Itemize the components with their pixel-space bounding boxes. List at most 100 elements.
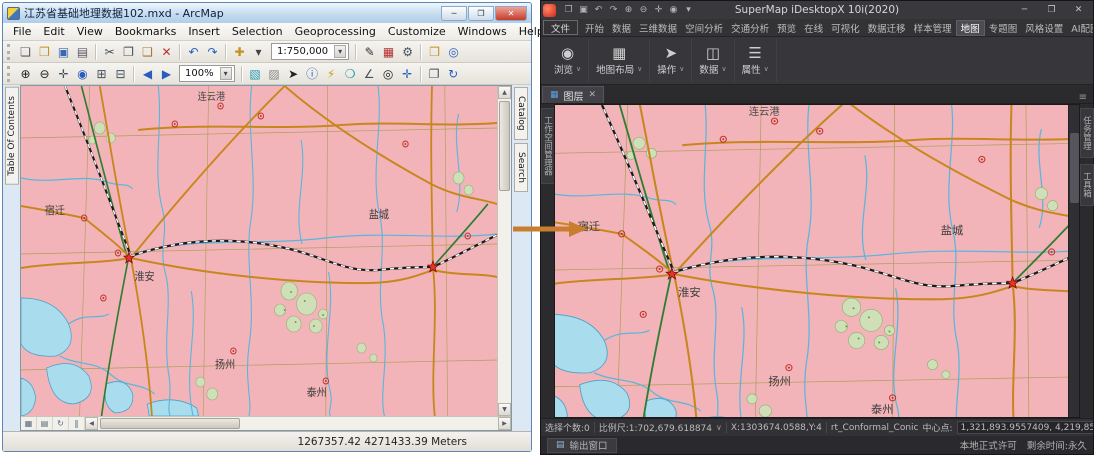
forward-extent-icon[interactable]: ▶: [157, 64, 176, 83]
back-extent-icon[interactable]: ◀: [138, 64, 157, 83]
redo-icon[interactable]: ↷: [203, 42, 222, 61]
supermap-titlebar[interactable]: ❒▣↶↷⊕⊖✛◉▾ SuperMap iDesktopX 10i(2020) ─…: [541, 1, 1093, 19]
tab-sample-management[interactable]: 样本管理: [910, 20, 956, 36]
file-menu-button[interactable]: 文件: [543, 20, 578, 35]
delete-icon[interactable]: ✕: [157, 42, 176, 61]
full-extent-icon[interactable]: ◉: [73, 64, 92, 83]
tab-thematic-map[interactable]: 专题图: [985, 20, 1022, 36]
open-icon[interactable]: ❒: [561, 3, 576, 18]
zoom-percent-combo[interactable]: 100% ▾: [179, 65, 235, 82]
print-icon[interactable]: ▤: [73, 42, 92, 61]
scroll-down-icon[interactable]: ▼: [498, 403, 511, 416]
tab-workspace-manager[interactable]: 工作空间管理器: [541, 108, 555, 184]
tab-close-icon[interactable]: ✕: [589, 90, 597, 100]
horizontal-scroll-thumb[interactable]: [100, 418, 240, 429]
menu-insert[interactable]: Insert: [182, 24, 226, 39]
tab-data-migration[interactable]: 数据迁移: [864, 20, 910, 36]
ribbon-map-layout-button[interactable]: ▦ 地图布局∨: [589, 39, 650, 82]
add-data-dropdown-icon[interactable]: ▾: [249, 42, 268, 61]
fixed-zoom-out-icon[interactable]: ⊟: [111, 64, 130, 83]
ribbon-operate-button[interactable]: ➤ 操作∨: [650, 39, 692, 82]
tab-list-icon[interactable]: ≡: [1074, 92, 1092, 103]
catalog-window-icon[interactable]: ❒: [425, 42, 444, 61]
zoom-out-icon[interactable]: ⊖: [35, 64, 54, 83]
undo-icon[interactable]: ↶: [591, 3, 606, 18]
vertical-scroll-thumb[interactable]: [1070, 133, 1079, 203]
scale-display[interactable]: 比例尺:1:702,679.618874: [599, 421, 712, 434]
pause-drawing-button[interactable]: ‖: [69, 417, 85, 430]
vertical-scroll-thumb[interactable]: [499, 101, 510, 191]
menu-customize[interactable]: Customize: [382, 24, 452, 39]
save-icon[interactable]: ▣: [54, 42, 73, 61]
viewer-window-icon[interactable]: ❐: [425, 64, 444, 83]
new-document-icon[interactable]: ❏: [16, 42, 35, 61]
hyperlink-icon[interactable]: ⚡: [322, 64, 341, 83]
identify-icon[interactable]: ⓘ: [303, 64, 322, 83]
minimize-button[interactable]: ─: [1012, 1, 1037, 19]
full-extent-icon[interactable]: ◉: [666, 3, 681, 18]
map-document-tab[interactable]: ▦ 图层 ✕: [542, 86, 604, 103]
tab-visualization[interactable]: 可视化: [827, 20, 864, 36]
vertical-scrollbar[interactable]: [1068, 105, 1079, 417]
menu-edit[interactable]: Edit: [37, 24, 70, 39]
tab-ai-mapping[interactable]: AI配图: [1067, 20, 1093, 36]
menu-geoprocessing[interactable]: Geoprocessing: [289, 24, 382, 39]
ribbon-dropdown-icon[interactable]: ∨: [764, 65, 769, 73]
pan-icon[interactable]: ✛: [54, 64, 73, 83]
quick-access-dropdown-icon[interactable]: ▾: [681, 3, 696, 18]
zoom-in-icon[interactable]: ⊕: [621, 3, 636, 18]
fixed-zoom-in-icon[interactable]: ⊞: [92, 64, 111, 83]
select-elements-icon[interactable]: ➤: [284, 64, 303, 83]
tab-traffic-analysis[interactable]: 交通分析: [727, 20, 773, 36]
tab-3d-data[interactable]: 三维数据: [635, 20, 681, 36]
output-window-tab[interactable]: ▤ 输出窗口: [547, 438, 617, 453]
tab-data[interactable]: 数据: [608, 20, 635, 36]
toolbar-grip[interactable]: [7, 44, 12, 60]
scroll-left-icon[interactable]: ◀: [85, 417, 98, 430]
ribbon-property-button[interactable]: ☰ 属性∨: [735, 39, 777, 82]
add-data-icon[interactable]: ✚: [230, 42, 249, 61]
maximize-button[interactable]: ❐: [468, 6, 494, 21]
clear-selection-icon[interactable]: ▨: [265, 64, 284, 83]
tab-online[interactable]: 在线: [800, 20, 827, 36]
minimize-button[interactable]: ─: [441, 6, 467, 21]
menu-bookmarks[interactable]: Bookmarks: [109, 24, 182, 39]
tab-start[interactable]: 开始: [581, 20, 608, 36]
open-folder-icon[interactable]: ❒: [35, 42, 54, 61]
paste-icon[interactable]: ❑: [138, 42, 157, 61]
center-point-value[interactable]: 1,321,893.9557409, 4,219,859.1278317: [957, 421, 1093, 434]
menu-file[interactable]: File: [7, 24, 37, 39]
vertical-scrollbar[interactable]: ▲ ▼: [497, 86, 511, 416]
tab-map[interactable]: 地图: [956, 20, 985, 36]
ribbon-dropdown-icon[interactable]: ∨: [721, 65, 726, 73]
layout-view-button[interactable]: ▤: [37, 417, 53, 430]
select-features-icon[interactable]: ▧: [246, 64, 265, 83]
ribbon-dropdown-icon[interactable]: ∨: [576, 65, 581, 73]
zoom-dropdown-icon[interactable]: ▾: [220, 67, 232, 80]
tab-search[interactable]: Search: [514, 143, 528, 192]
ribbon-dropdown-icon[interactable]: ∨: [679, 65, 684, 73]
supermap-map-canvas[interactable]: [555, 105, 1068, 417]
tab-catalog[interactable]: Catalog: [514, 87, 528, 140]
copy-icon[interactable]: ❐: [119, 42, 138, 61]
search-window-icon[interactable]: ◎: [444, 42, 463, 61]
scale-dropdown-icon[interactable]: ∨: [716, 423, 722, 432]
modelbuilder-icon[interactable]: ⚙: [398, 42, 417, 61]
pan-icon[interactable]: ✛: [651, 3, 666, 18]
menu-view[interactable]: View: [71, 24, 109, 39]
tab-table-of-contents[interactable]: Table Of Contents: [5, 87, 19, 185]
map-scale-combo[interactable]: 1:750,000 ▾: [271, 43, 349, 60]
cut-icon[interactable]: ✂: [100, 42, 119, 61]
arcmap-map-canvas[interactable]: 连云港 宿迁 盐城 淮安 扬州 泰州: [21, 86, 497, 416]
close-button[interactable]: ✕: [1066, 1, 1091, 19]
html-popup-icon[interactable]: ❍: [341, 64, 360, 83]
dock-tab-task-management[interactable]: 任务管理: [1080, 108, 1094, 158]
measure-icon[interactable]: ∠: [360, 64, 379, 83]
toolbar-grip[interactable]: [7, 66, 12, 82]
tab-spatial-analysis[interactable]: 空间分析: [681, 20, 727, 36]
refresh-view-button[interactable]: ↻: [53, 417, 69, 430]
maximize-button[interactable]: ❐: [1039, 1, 1064, 19]
save-icon[interactable]: ▣: [576, 3, 591, 18]
refresh-icon[interactable]: ↻: [444, 64, 463, 83]
redo-icon[interactable]: ↷: [606, 3, 621, 18]
